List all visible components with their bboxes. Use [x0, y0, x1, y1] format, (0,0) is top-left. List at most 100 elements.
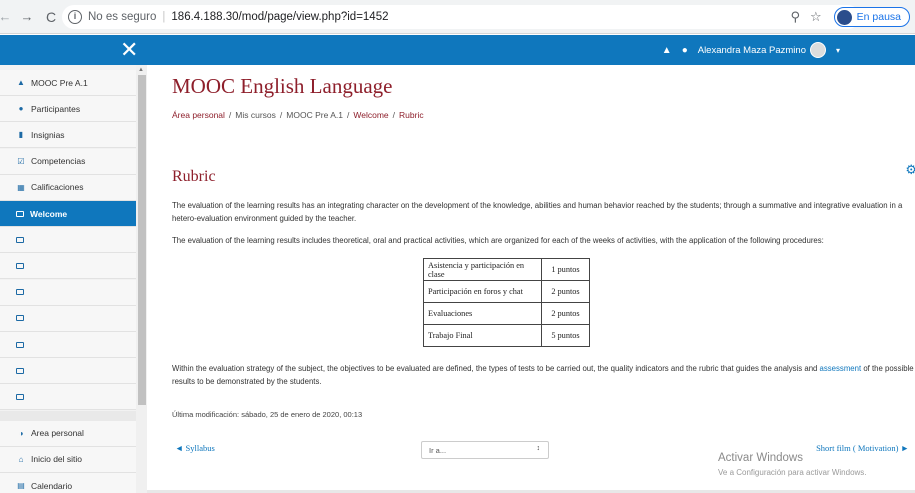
chevron-down-icon[interactable]: ▾ — [836, 46, 840, 55]
address-actions: ⚲ ☆ En pausa — [790, 5, 910, 29]
points-cell: 2 puntos — [541, 280, 590, 303]
sidebar-bottom-item-1[interactable]: ⌂ Inicio del sitio — [0, 446, 136, 473]
breadcrumb-course[interactable]: MOOC Pre A.1 — [286, 110, 343, 120]
sidebar-item-2[interactable]: ▮ Insignias — [0, 122, 136, 149]
criterion-cell: Evaluaciones — [423, 302, 542, 325]
top-navbar: ✕ ▲ ● Alexandra Maza Pazmino ▾ — [0, 35, 915, 65]
sidebar-item-label: Inicio del sitio — [31, 454, 83, 465]
sidebar-item-1[interactable]: ● Participantes — [0, 96, 136, 123]
strategy-text-start: Within the evaluation strategy of the su… — [172, 364, 820, 373]
breadcrumb-section[interactable]: Welcome — [353, 110, 388, 120]
sidebar-item-label: Calificaciones — [31, 182, 84, 193]
reload-icon[interactable]: C — [43, 9, 59, 25]
breadcrumb-home[interactable]: Área personal — [172, 110, 225, 120]
procedures-paragraph: The evaluation of the learning results i… — [172, 236, 824, 245]
sidebar-item-4[interactable]: ▦ Calificaciones — [0, 174, 136, 201]
scroll-up-icon[interactable]: ▲ — [138, 67, 144, 73]
sidebar-item-label: Competencias — [31, 156, 86, 167]
sidebar-item-8[interactable] — [0, 279, 136, 306]
next-activity-link[interactable]: Short film ( Motivation) ► — [816, 443, 909, 453]
sidebar-item-label: Welcome — [30, 208, 68, 219]
sidebar-item-label: MOOC Pre A.1 — [31, 77, 88, 88]
address-separator: | — [162, 11, 166, 23]
breadcrumb-separator: / — [346, 110, 350, 120]
close-drawer-icon[interactable]: ✕ — [120, 37, 138, 63]
sidebar-bottom-item-2[interactable]: ▤ Calendario — [0, 473, 136, 493]
user-avatar[interactable] — [809, 42, 826, 58]
sidebar-item-label: Area personal — [31, 428, 84, 439]
url-text[interactable]: 186.4.188.30/mod/page/view.php?id=1452 — [171, 11, 388, 23]
sidebar-item-11[interactable] — [0, 358, 136, 385]
sidebar-item-label: Participantes — [31, 103, 81, 114]
back-arrow-icon[interactable]: ← — [0, 9, 13, 24]
table-row: Trabajo Final 5 puntos — [423, 324, 590, 347]
chat-icon[interactable]: ● — [682, 45, 688, 56]
rubric-table: Asistencia y participación en clase 1 pun… — [423, 258, 590, 347]
criterion-cell: Trabajo Final — [423, 324, 542, 347]
sidebar-item-7[interactable] — [0, 253, 136, 280]
table-row: Participación en foros y chat 2 puntos — [423, 280, 590, 303]
sidebar-gap — [0, 410, 136, 421]
sidebar-item-3[interactable]: ☑ Competencias — [0, 148, 136, 175]
breadcrumb-separator: / — [279, 110, 283, 120]
sidebar-item-9[interactable] — [0, 305, 136, 332]
forward-arrow-icon[interactable]: → — [19, 9, 35, 24]
points-cell: 2 puntos — [541, 302, 590, 325]
sidebar-item-6[interactable] — [0, 227, 136, 254]
points-cell: 1 puntos — [541, 258, 590, 281]
table-row: Evaluaciones 2 puntos — [423, 302, 590, 325]
users-icon: ● — [18, 104, 24, 114]
breadcrumb-courses[interactable]: Mis cursos — [235, 110, 276, 120]
bell-icon[interactable]: ▲ — [662, 45, 672, 56]
folder-icon — [16, 262, 24, 269]
breadcrumb-separator: / — [228, 110, 232, 120]
intro-paragraph: The evaluation of the learning results h… — [172, 201, 903, 223]
windows-activation-subtitle: Ve a Configuración para activar Windows. — [718, 468, 867, 477]
not-secure-label: No es seguro — [88, 11, 157, 23]
breadcrumb-separator: / — [392, 110, 396, 120]
shield-icon: ▮ — [18, 130, 24, 140]
zoom-icon[interactable]: ⚲ — [790, 9, 800, 25]
folder-icon — [16, 289, 24, 296]
folder-icon — [16, 210, 24, 217]
user-name[interactable]: Alexandra Maza Pazmino — [698, 45, 806, 56]
address-bar[interactable]: i No es seguro | 186.4.188.30/mod/page/v… — [62, 5, 910, 29]
home-icon: ⌂ — [18, 454, 24, 464]
folder-icon — [16, 367, 24, 374]
folder-icon — [16, 236, 24, 243]
folder-icon — [16, 341, 24, 348]
main-region: MOOC English Language Área personal / Mis … — [147, 65, 915, 493]
breadcrumb: Área personal / Mis cursos / MOOC Pre A.1/We… — [172, 110, 424, 120]
page-heading: Rubric — [172, 168, 216, 185]
sidebar-item-label: Calendario — [31, 480, 73, 491]
table-row: Asistencia y participación en clase 1 pun… — [423, 258, 590, 281]
sidebar-scroll-thumb[interactable] — [138, 75, 146, 405]
points-cell: 5 puntos — [541, 324, 590, 347]
last-modified: Última modificación: sábado, 25 de enero… — [172, 410, 363, 419]
jump-to-value: Ir a... — [429, 445, 447, 455]
jump-to-select[interactable]: Ir a... ↕ — [421, 441, 549, 459]
browser-toolbar: ← → C i No es seguro | 186.4.188.30/mod/… — [0, 0, 915, 34]
table-icon: ▦ — [17, 182, 25, 192]
sidebar-item-10[interactable] — [0, 332, 136, 358]
sidebar-item-0[interactable]: ▲ MOOC Pre A.1 — [0, 70, 136, 96]
sidebar-item-12[interactable] — [0, 384, 136, 411]
assessment-link[interactable]: assessment — [820, 364, 862, 373]
bookmark-star-icon[interactable]: ☆ — [810, 9, 822, 25]
previous-activity-link[interactable]: ◄ Syllabus — [175, 443, 215, 453]
sidebar-item-5[interactable]: Welcome — [0, 201, 136, 227]
strategy-paragraph: Within the evaluation strategy of the su… — [172, 363, 915, 388]
criterion-cell: Participación en foros y chat — [423, 280, 542, 303]
windows-activation-title: Activar Windows — [718, 452, 803, 464]
info-icon[interactable]: i — [68, 10, 82, 24]
course-title: MOOC English Language — [172, 74, 393, 98]
criterion-cell: Asistencia y participación en clase — [423, 258, 542, 281]
user-menu-area: ▲ ● Alexandra Maza Pazmino ▾ — [662, 35, 840, 65]
breadcrumb-current[interactable]: Rubric — [399, 110, 424, 120]
sidebar-bottom-item-0[interactable]: ◑ Area personal — [0, 420, 136, 447]
sidebar-item-label: Insignias — [31, 129, 65, 140]
folder-icon — [16, 393, 24, 400]
profile-paused-chip[interactable]: En pausa — [833, 7, 910, 27]
gear-icon[interactable]: ⚙ — [905, 162, 915, 178]
nav-drawer: ▲ MOOC Pre A.1 ● Participantes ▮ Insignias ☑ Co… — [0, 65, 147, 493]
